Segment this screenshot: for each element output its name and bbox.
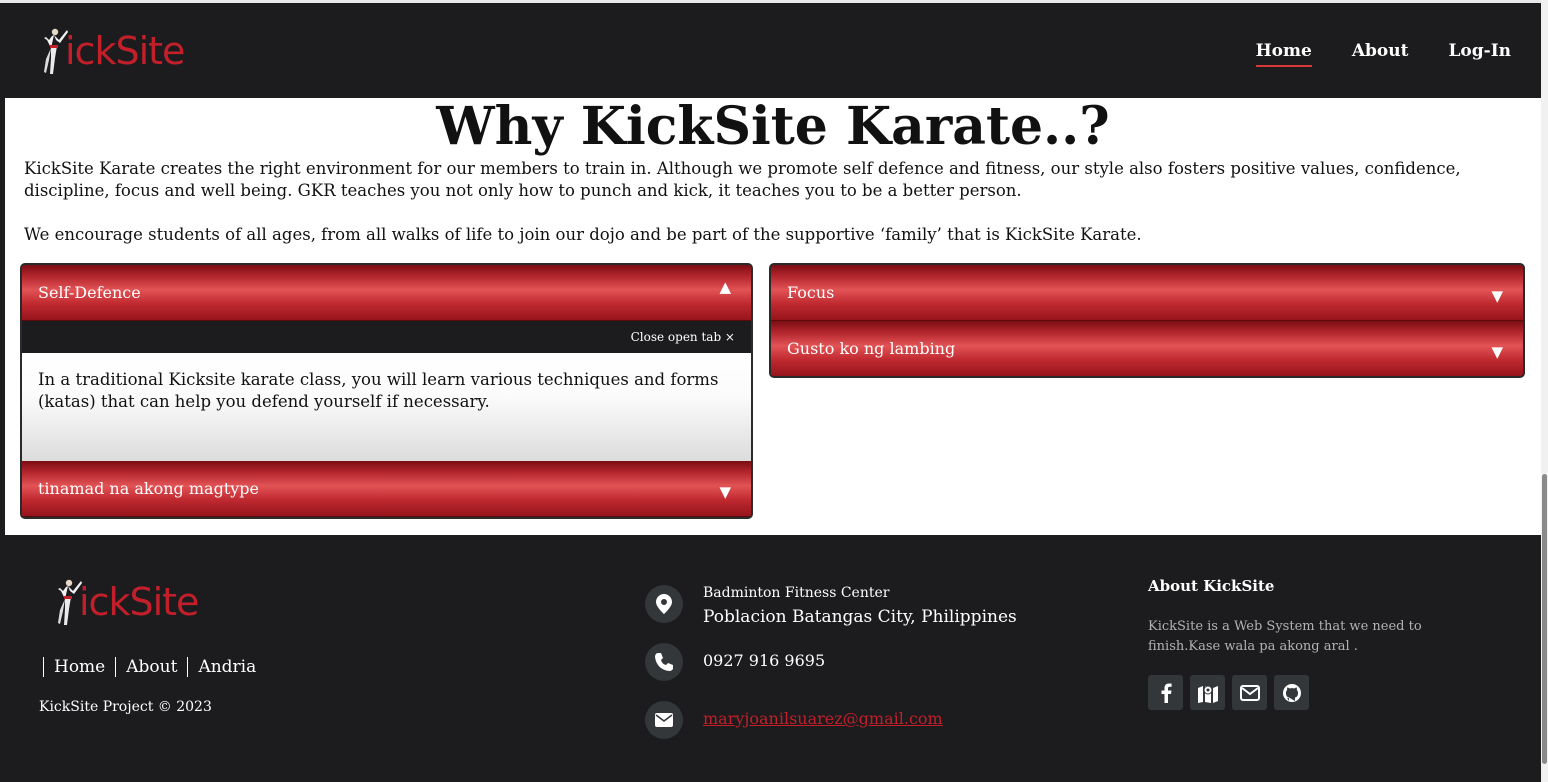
intro-text: KickSite Karate creates the right enviro… xyxy=(24,158,1524,246)
map-pin-icon xyxy=(645,585,683,623)
intro-paragraph-2: We encourage students of all ages, from … xyxy=(24,225,1142,244)
nav-home[interactable]: Home xyxy=(1255,41,1312,67)
chevron-up-icon: ▲ xyxy=(719,278,731,296)
nav-about[interactable]: About xyxy=(1352,41,1409,67)
site-header: ickSite Home About Log-In xyxy=(5,3,1541,98)
social-links xyxy=(1148,675,1438,710)
close-tab-label: Close open tab × xyxy=(630,330,735,344)
accordion-right: Focus ▼ Gusto ko ng lambing ▼ xyxy=(769,263,1525,378)
phone-number: 0927 916 9695 xyxy=(703,651,826,670)
tab-focus[interactable]: Focus ▼ xyxy=(771,265,1523,321)
footer-links: Home About Andria xyxy=(43,657,266,677)
facebook-icon[interactable] xyxy=(1148,675,1183,710)
main-section: Why KickSite Karate..? KickSite Karate c… xyxy=(5,96,1541,535)
chevron-down-icon: ▼ xyxy=(1491,343,1503,361)
location-name: Badminton Fitness Center xyxy=(703,585,890,601)
tab-label: Gusto ko ng lambing xyxy=(787,339,956,358)
phone-icon xyxy=(645,643,683,681)
chevron-down-icon: ▼ xyxy=(719,483,731,501)
nav-login[interactable]: Log-In xyxy=(1448,41,1511,67)
site-footer: ickSite Home About Andria KickSite Proje… xyxy=(5,535,1541,782)
tab-label: Focus xyxy=(787,283,835,302)
scrollbar-thumb[interactable] xyxy=(1542,474,1547,764)
header-logo[interactable]: ickSite xyxy=(43,25,185,77)
footer-logo[interactable]: ickSite xyxy=(57,577,199,627)
mail-icon[interactable] xyxy=(1232,675,1267,710)
footer-link-andria[interactable]: Andria xyxy=(187,657,266,677)
page-scrollbar[interactable] xyxy=(1541,0,1548,782)
tab-label: Self-Defence xyxy=(38,283,141,302)
accordion-left: Self-Defence ▲ Close open tab × In a tra… xyxy=(20,263,753,519)
tab-tinamad[interactable]: tinamad na akong magtype ▼ xyxy=(22,461,751,517)
chevron-down-icon: ▼ xyxy=(1491,287,1503,305)
tab-gusto[interactable]: Gusto ko ng lambing ▼ xyxy=(771,321,1523,376)
footer-logo-text: ickSite xyxy=(79,580,199,624)
tab-self-defence[interactable]: Self-Defence ▲ xyxy=(22,265,751,321)
tab-label: tinamad na akong magtype xyxy=(38,479,259,498)
tab-content: In a traditional Kicksite karate class, … xyxy=(22,353,751,461)
footer-link-home[interactable]: Home xyxy=(43,657,115,677)
location-address: Poblacion Batangas City, Philippines xyxy=(703,607,1017,627)
logo-text: ickSite xyxy=(65,29,185,73)
intro-paragraph-1: KickSite Karate creates the right enviro… xyxy=(24,159,1461,200)
email-link[interactable]: maryjoanilsuarez@gmail.com xyxy=(703,709,943,728)
about-title: About KickSite xyxy=(1148,577,1275,595)
envelope-icon xyxy=(645,701,683,739)
page-title: Why KickSite Karate..? xyxy=(436,96,1110,157)
about-section: About KickSite KickSite is a Web System … xyxy=(1148,577,1438,710)
main-nav: Home About Log-In xyxy=(1255,41,1511,67)
about-text: KickSite is a Web System that we need to… xyxy=(1148,619,1422,654)
map-icon[interactable] xyxy=(1190,675,1225,710)
close-open-tab[interactable]: Close open tab × xyxy=(22,321,751,353)
github-icon[interactable] xyxy=(1274,675,1309,710)
footer-link-about[interactable]: About xyxy=(115,657,187,677)
copyright: KickSite Project © 2023 xyxy=(39,699,212,715)
